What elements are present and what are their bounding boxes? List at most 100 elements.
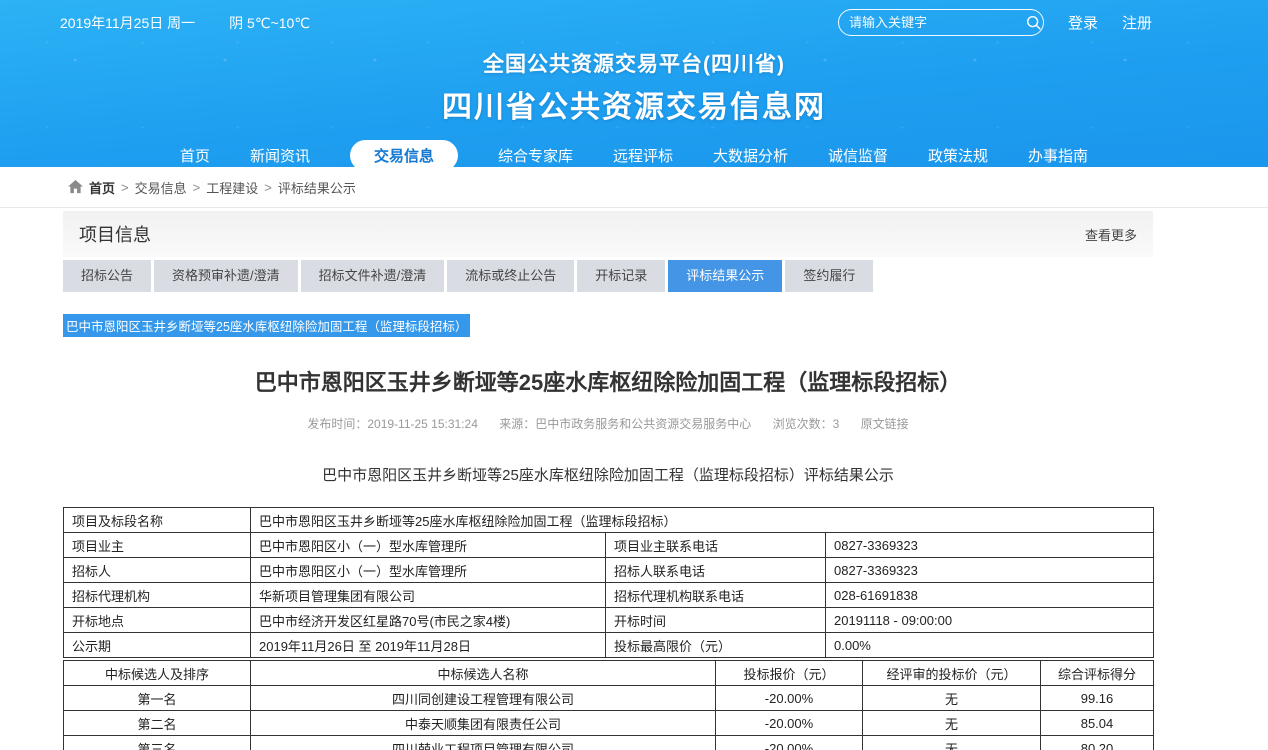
- company-cell: 四川同创建设工程管理有限公司: [251, 686, 716, 711]
- column-header: 经评审的投标价（元）: [863, 661, 1041, 686]
- reviewed-price-cell: 无: [863, 736, 1041, 750]
- breadcrumb-eval-result[interactable]: 评标结果公示: [278, 178, 356, 197]
- tab-termination[interactable]: 流标或终止公告: [447, 260, 574, 292]
- site-title: 四川省公共资源交易信息网: [0, 82, 1268, 126]
- breadcrumb-separator: >: [121, 180, 129, 195]
- field-label: 开标地点: [64, 608, 251, 633]
- column-header: 中标候选人及排序: [64, 661, 251, 686]
- table-row: 招标人 巴中市恩阳区小（一）型水库管理所 招标人联系电话 0827-336932…: [64, 558, 1154, 583]
- table-row: 第三名 四川兢业工程项目管理有限公司 -20.00% 无 80.20: [64, 736, 1154, 750]
- field-label: 招标人联系电话: [606, 558, 826, 583]
- article-subtitle: 巴中市恩阳区玉井乡断垭等25座水库枢纽除险加固工程（监理标段招标）评标结果公示: [63, 464, 1153, 485]
- tab-eval-result[interactable]: 评标结果公示: [668, 260, 782, 292]
- breadcrumb-trade-info[interactable]: 交易信息: [135, 178, 187, 197]
- nav-item-trade-info[interactable]: 交易信息: [350, 140, 458, 171]
- article-title: 巴中市恩阳区玉井乡断垭等25座水库枢纽除险加固工程（监理标段招标）: [63, 365, 1153, 397]
- weather-text: 阴 5℃~10℃: [229, 13, 310, 33]
- main-nav: 首页 新闻资讯 交易信息 综合专家库 远程评标 大数据分析 诚信监督 政策法规 …: [0, 140, 1268, 171]
- score-cell: 85.04: [1041, 711, 1154, 736]
- score-cell: 99.16: [1041, 686, 1154, 711]
- tab-tender-notice[interactable]: 招标公告: [63, 260, 151, 292]
- field-label: 开标时间: [606, 608, 826, 633]
- price-cell: -20.00%: [716, 686, 863, 711]
- search-input[interactable]: [849, 15, 1025, 30]
- home-icon: [68, 180, 83, 194]
- field-value: 0827-3369323: [826, 533, 1154, 558]
- rank-cell: 第二名: [64, 711, 251, 736]
- field-value: 20191118 - 09:00:00: [826, 608, 1154, 633]
- column-header: 投标报价（元）: [716, 661, 863, 686]
- publish-time: 发布时间：2019-11-25 15:31:24: [307, 417, 478, 431]
- tab-prequalification[interactable]: 资格预审补遗/澄清: [154, 260, 298, 292]
- date-text: 2019年11月25日 周一: [60, 13, 195, 33]
- field-label: 投标最高限价（元）: [606, 633, 826, 658]
- field-value: 2019年11月26日 至 2019年11月28日: [251, 633, 606, 658]
- field-value: 华新项目管理集团有限公司: [251, 583, 606, 608]
- company-cell: 四川兢业工程项目管理有限公司: [251, 736, 716, 750]
- rank-cell: 第三名: [64, 736, 251, 750]
- table-header-row: 中标候选人及排序 中标候选人名称 投标报价（元） 经评审的投标价（元） 综合评标…: [64, 661, 1154, 686]
- nav-item-home[interactable]: 首页: [180, 140, 210, 171]
- field-label: 项目业主: [64, 533, 251, 558]
- field-value: 巴中市恩阳区小（一）型水库管理所: [251, 533, 606, 558]
- column-header: 中标候选人名称: [251, 661, 716, 686]
- field-label: 招标代理机构: [64, 583, 251, 608]
- breadcrumb-separator: >: [264, 180, 272, 195]
- nav-item-guide[interactable]: 办事指南: [1028, 140, 1088, 171]
- top-bar: 2019年11月25日 周一 阴 5℃~10℃ 登录 注册: [0, 0, 1268, 36]
- table-row: 项目业主 巴中市恩阳区小（一）型水库管理所 项目业主联系电话 0827-3369…: [64, 533, 1154, 558]
- nav-item-expert-db[interactable]: 综合专家库: [498, 140, 573, 171]
- search-box[interactable]: [838, 9, 1044, 36]
- table-row: 开标地点 巴中市经济开发区红星路70号(市民之家4楼) 开标时间 2019111…: [64, 608, 1154, 633]
- field-value: 巴中市经济开发区红星路70号(市民之家4楼): [251, 608, 606, 633]
- view-count: 浏览次数：3: [773, 417, 840, 431]
- original-link[interactable]: 原文链接: [861, 417, 909, 431]
- nav-item-remote-eval[interactable]: 远程评标: [613, 140, 673, 171]
- breadcrumb-engineering[interactable]: 工程建设: [206, 178, 258, 197]
- nav-item-policy[interactable]: 政策法规: [928, 140, 988, 171]
- field-label: 招标代理机构联系电话: [606, 583, 826, 608]
- nav-item-big-data[interactable]: 大数据分析: [713, 140, 788, 171]
- tab-bar: 招标公告 资格预审补遗/澄清 招标文件补遗/澄清 流标或终止公告 开标记录 评标…: [63, 260, 1153, 292]
- nav-item-news[interactable]: 新闻资讯: [250, 140, 310, 171]
- field-value: 巴中市恩阳区玉井乡断垭等25座水库枢纽除险加固工程（监理标段招标）: [251, 508, 1154, 533]
- search-icon[interactable]: [1025, 14, 1043, 32]
- price-cell: -20.00%: [716, 736, 863, 750]
- table-row: 招标代理机构 华新项目管理集团有限公司 招标代理机构联系电话 028-61691…: [64, 583, 1154, 608]
- site-titles: 全国公共资源交易平台(四川省) 四川省公共资源交易信息网: [0, 48, 1268, 126]
- field-value: 028-61691838: [826, 583, 1154, 608]
- view-more-link[interactable]: 查看更多: [1085, 225, 1137, 244]
- field-label: 项目及标段名称: [64, 508, 251, 533]
- table-row: 项目及标段名称 巴中市恩阳区玉井乡断垭等25座水库枢纽除险加固工程（监理标段招标…: [64, 508, 1154, 533]
- breadcrumb-separator: >: [193, 180, 201, 195]
- field-value: 巴中市恩阳区小（一）型水库管理所: [251, 558, 606, 583]
- breadcrumb: 首页 > 交易信息 > 工程建设 > 评标结果公示: [0, 167, 1268, 208]
- rank-cell: 第一名: [64, 686, 251, 711]
- breadcrumb-home[interactable]: 首页: [89, 178, 115, 197]
- site-subtitle: 全国公共资源交易平台(四川省): [0, 48, 1268, 78]
- tab-contract[interactable]: 签约履行: [785, 260, 873, 292]
- project-link-selected[interactable]: 巴中市恩阳区玉井乡断垭等25座水库枢纽除险加固工程（监理标段招标）: [63, 314, 470, 337]
- reviewed-price-cell: 无: [863, 711, 1041, 736]
- nav-item-integrity[interactable]: 诚信监督: [828, 140, 888, 171]
- main-content: 项目信息 查看更多 招标公告 资格预审补遗/澄清 招标文件补遗/澄清 流标或终止…: [63, 211, 1153, 750]
- register-link[interactable]: 注册: [1122, 12, 1152, 33]
- section-title: 项目信息: [79, 221, 151, 247]
- table-row: 第二名 中泰天顺集团有限责任公司 -20.00% 无 85.04: [64, 711, 1154, 736]
- field-value: 0827-3369323: [826, 558, 1154, 583]
- field-label: 招标人: [64, 558, 251, 583]
- article-meta: 发布时间：2019-11-25 15:31:24 来源：巴中市政务服务和公共资源…: [63, 415, 1153, 432]
- table-row: 第一名 四川同创建设工程管理有限公司 -20.00% 无 99.16: [64, 686, 1154, 711]
- price-cell: -20.00%: [716, 711, 863, 736]
- candidates-table: 中标候选人及排序 中标候选人名称 投标报价（元） 经评审的投标价（元） 综合评标…: [63, 660, 1154, 750]
- tab-bid-opening[interactable]: 开标记录: [577, 260, 665, 292]
- section-header: 项目信息 查看更多: [63, 211, 1153, 257]
- login-link[interactable]: 登录: [1068, 12, 1098, 33]
- site-header: 2019年11月25日 周一 阴 5℃~10℃ 登录 注册 全国公共资源交易平台…: [0, 0, 1268, 167]
- score-cell: 80.20: [1041, 736, 1154, 750]
- project-info-table: 项目及标段名称 巴中市恩阳区玉井乡断垭等25座水库枢纽除险加固工程（监理标段招标…: [63, 507, 1154, 658]
- tab-doc-supplement[interactable]: 招标文件补遗/澄清: [301, 260, 445, 292]
- field-label: 公示期: [64, 633, 251, 658]
- table-row: 公示期 2019年11月26日 至 2019年11月28日 投标最高限价（元） …: [64, 633, 1154, 658]
- field-label: 项目业主联系电话: [606, 533, 826, 558]
